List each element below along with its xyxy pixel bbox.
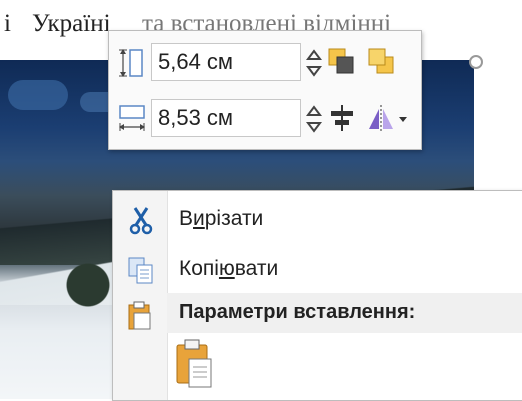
paste-keep-formatting-icon[interactable] [175,339,215,389]
shape-width-input[interactable]: 8,53 см [151,99,301,137]
photo-cloud [8,80,68,110]
resize-handle[interactable] [469,55,483,69]
height-spinner-icon[interactable] [305,47,323,79]
paste-options-icon [128,301,151,330]
paste-options-header-label: Параметри вставлення: [179,301,416,323]
bring-forward-icon[interactable] [327,47,357,77]
rotate-icon[interactable] [365,103,409,133]
menu-item-copy-label: Копіювати [179,257,279,280]
menu-item-cut-label: Вирізати [179,207,264,230]
doc-text-left: і [4,10,11,37]
shape-height-input[interactable]: 5,64 см [151,43,301,81]
shape-width-value: 8,53 см [158,105,234,130]
doc-text-word: Україні [32,10,111,37]
width-spinner-icon[interactable] [305,103,323,135]
paste-options-header: Параметри вставлення: [167,293,522,333]
copy-icon [128,257,153,284]
context-menu: Вирізати Копіювати Параметри вставлення: [112,190,522,401]
size-mini-toolbar: 5,64 см 8,53 см [108,30,422,150]
width-row: 8,53 см [109,93,421,145]
scissors-icon [129,207,153,235]
height-row: 5,64 см [109,37,421,89]
send-backward-icon[interactable] [367,47,397,77]
menu-item-copy[interactable]: Копіювати [113,245,522,295]
shape-height-value: 5,64 см [158,49,234,74]
shape-height-icon [119,49,143,77]
shape-width-icon [119,105,145,131]
align-icon[interactable] [327,103,357,133]
menu-item-cut[interactable]: Вирізати [113,195,522,245]
